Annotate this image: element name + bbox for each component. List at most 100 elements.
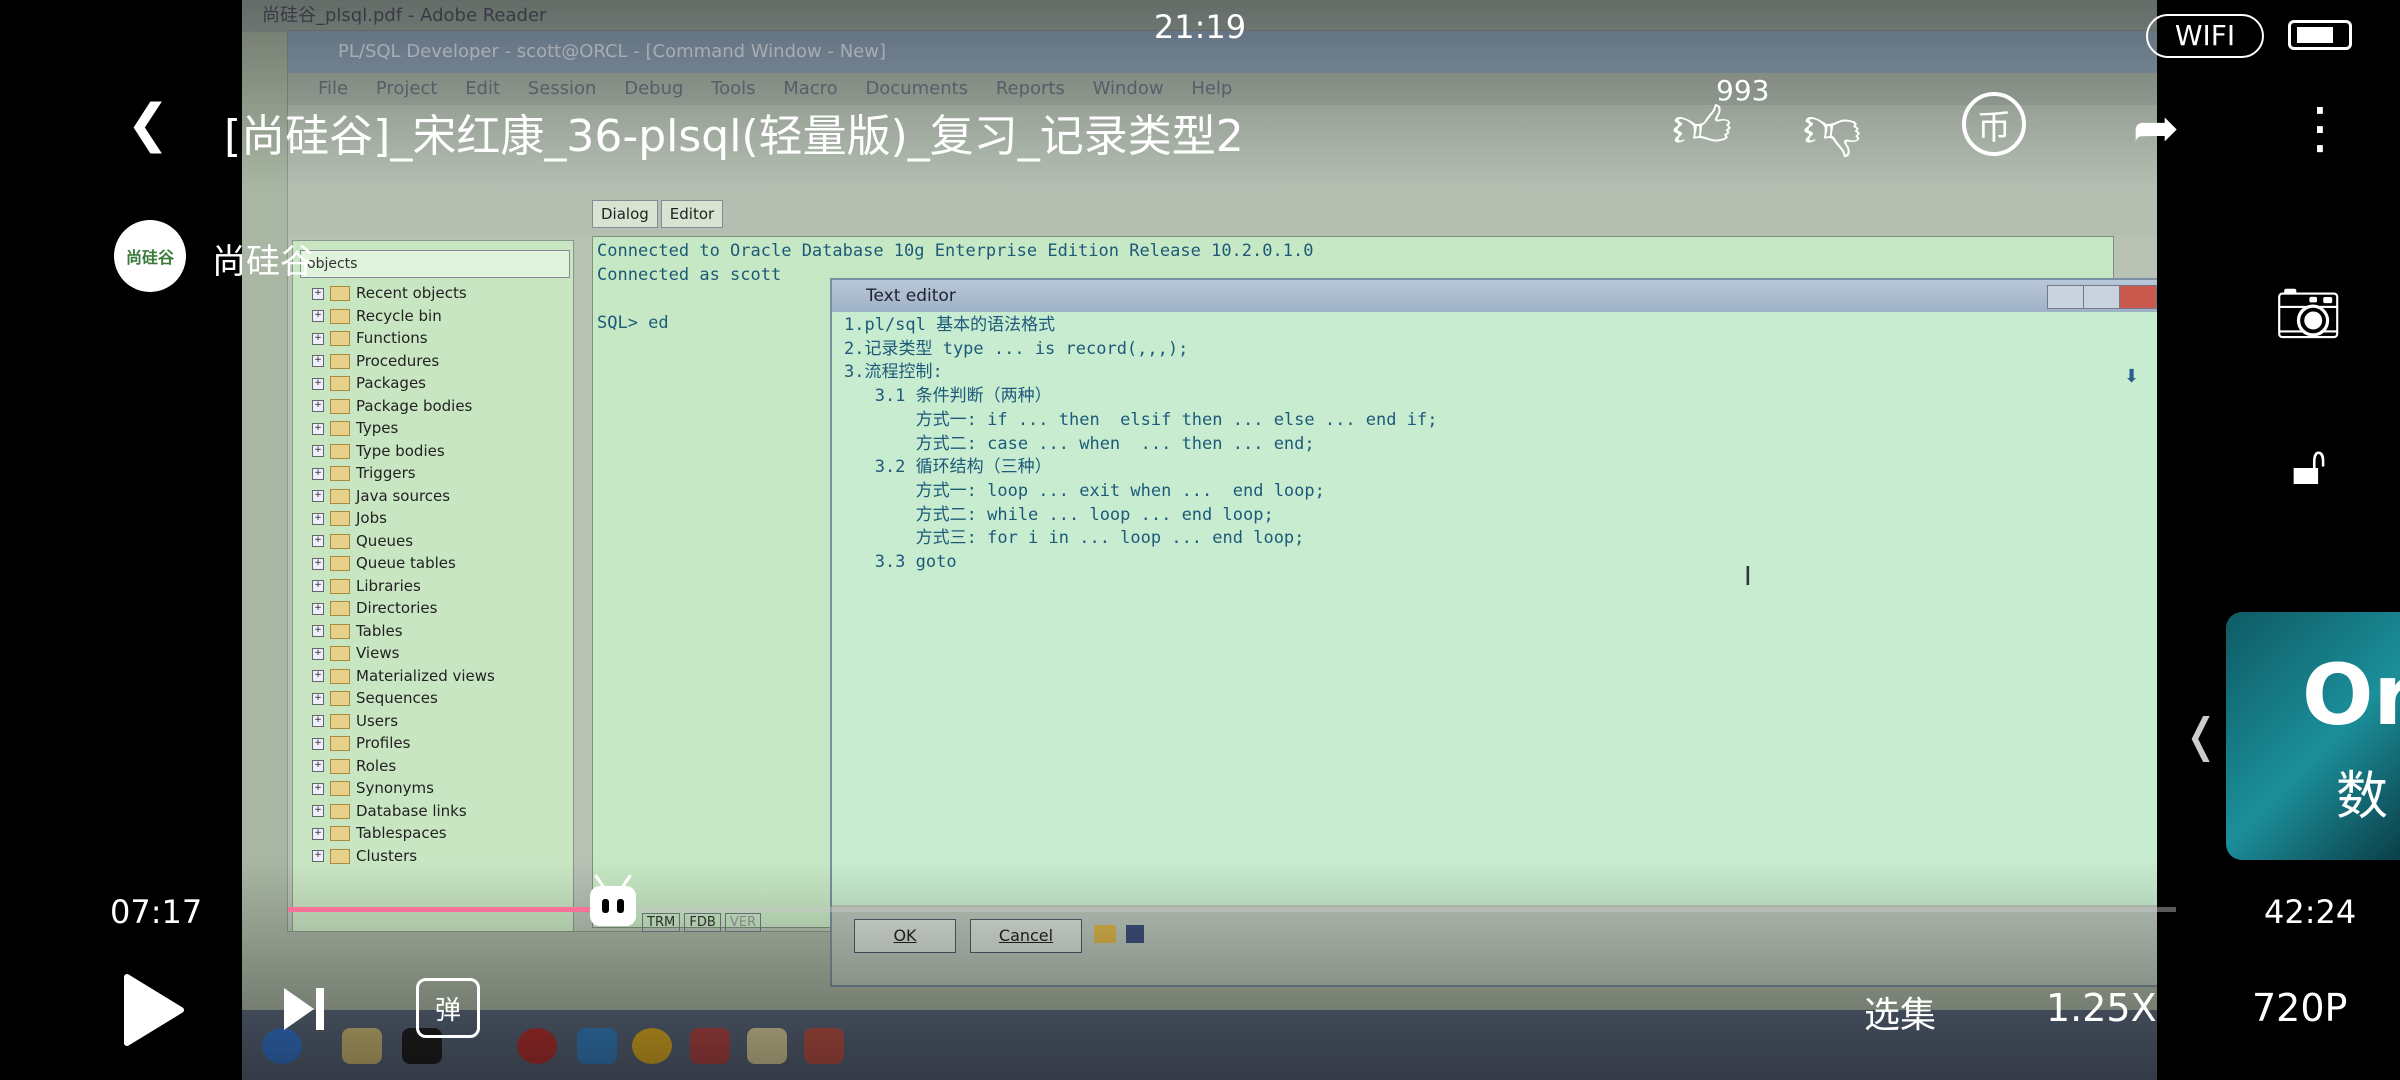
- status-tab: TRM: [642, 913, 681, 932]
- folder-icon: [330, 308, 350, 324]
- coin-icon[interactable]: 币: [1962, 92, 2026, 156]
- expand-icon: +: [312, 737, 324, 750]
- folder-icon: [330, 466, 350, 481]
- object-browser-item: + Functions: [312, 327, 428, 349]
- app-icon: [690, 1028, 730, 1064]
- folder-icon: [330, 781, 350, 796]
- minimize-icon: [2047, 285, 2085, 309]
- object-browser-label: Tablespaces: [356, 824, 447, 842]
- expand-icon: +: [312, 850, 324, 862]
- wifi-badge: WIFI: [2146, 14, 2264, 58]
- folder-icon: [330, 511, 350, 526]
- object-browser-item: + Database links: [312, 800, 467, 822]
- object-browser-label: Queues: [356, 531, 414, 550]
- screenshot-camera-icon[interactable]: 📷︎: [2268, 278, 2348, 350]
- object-browser-item: + Queue tables: [312, 552, 456, 574]
- object-browser-item: + Sequences: [312, 687, 438, 709]
- object-browser-label: Views: [356, 644, 400, 662]
- object-browser-item: + Profiles: [312, 732, 410, 754]
- expand-icon: +: [312, 310, 324, 322]
- object-browser-item: + Recycle bin: [312, 305, 442, 327]
- object-browser-item: + Tables: [312, 620, 403, 642]
- dislike-icon[interactable]: 👎︎: [1796, 92, 1868, 164]
- editor-line: 2.记录类型 type ... is record(,,,);: [844, 338, 1189, 359]
- expand-icon: +: [312, 467, 324, 480]
- object-browser-item: + Clusters: [312, 845, 417, 867]
- editor-line: 方式二: case ... when ... then ... end;: [844, 433, 1315, 454]
- more-icon[interactable]: ⋮: [2290, 92, 2350, 164]
- play-icon[interactable]: [118, 970, 188, 1050]
- folder-icon: [330, 398, 350, 414]
- share-icon[interactable]: ➦: [2120, 92, 2192, 164]
- folder-icon: [330, 601, 350, 616]
- object-browser-label: Users: [356, 711, 399, 730]
- back-icon[interactable]: ❮: [118, 94, 178, 154]
- expand-icon: +: [312, 377, 324, 390]
- object-browser-label: Types: [356, 419, 399, 437]
- editor-line: 方式一: if ... then elsif then ... else ...…: [844, 409, 1438, 430]
- next-icon[interactable]: [280, 984, 328, 1034]
- chrome-icon: [632, 1028, 672, 1064]
- object-browser-item: + Recent objects: [312, 282, 467, 304]
- current-time: 07:17: [110, 893, 203, 931]
- object-browser-label: Recycle bin: [356, 306, 442, 325]
- object-browser-label: Sequences: [356, 689, 438, 707]
- object-browser-item: + Views: [312, 642, 399, 664]
- menu-file: File: [318, 78, 349, 99]
- card-title: Or: [2302, 646, 2400, 744]
- folder-icon: [330, 556, 350, 571]
- video-title: [尚硅谷]_宋红康_36-plsql(轻量版)_复习_记录类型2: [224, 111, 1244, 162]
- speed-button[interactable]: 1.25X: [2046, 986, 2157, 1030]
- object-browser-label: Roles: [356, 756, 397, 775]
- expand-icon: +: [312, 332, 324, 345]
- folder-icon: [330, 376, 350, 391]
- object-browser-label: Synonyms: [356, 779, 434, 797]
- folder-icon: [330, 803, 350, 819]
- folder-icon: [330, 578, 350, 594]
- duration: 42:24: [2264, 893, 2357, 931]
- cmd-line: Connected as scott: [597, 265, 782, 285]
- editor-line: 3.3 goto: [844, 552, 957, 573]
- folder-icon: [330, 353, 350, 369]
- danmaku-toggle-icon[interactable]: 弹: [416, 978, 480, 1038]
- folder-icon: [330, 488, 350, 504]
- unlock-icon[interactable]: 🔓︎: [2276, 430, 2342, 502]
- object-browser-label: Tables: [356, 621, 403, 640]
- object-browser-item: + Types: [312, 417, 398, 439]
- save-icon: [1126, 925, 1144, 943]
- progress-thumb-icon[interactable]: [590, 874, 636, 926]
- progress-fill: [288, 907, 613, 912]
- quality-button[interactable]: 720P: [2252, 986, 2347, 1030]
- folder-icon: [330, 826, 350, 841]
- folder-icon: [330, 421, 350, 436]
- folder-icon: [330, 691, 350, 706]
- folder-icon: [330, 623, 350, 639]
- chevron-left-icon[interactable]: ❬: [2182, 700, 2221, 770]
- folder-icon: [330, 443, 350, 459]
- object-browser-label: Java sources: [356, 486, 451, 505]
- like-count: 993: [1716, 74, 1770, 107]
- editor-line: 3.1 条件判断（两种）: [844, 386, 1052, 407]
- close-icon: [2119, 285, 2157, 309]
- menu-session: Session: [527, 78, 597, 99]
- recommend-card[interactable]: Or 数: [2226, 612, 2400, 860]
- expand-icon: +: [312, 512, 324, 525]
- text-editor-content: 1.pl/sql 基本的语法格式 2.记录类型 type ... is reco…: [844, 314, 1437, 575]
- expand-icon: +: [312, 805, 324, 817]
- editor-line: 方式三: for i in ... loop ... end loop;: [844, 528, 1305, 549]
- cmd-line: SQL> ed: [597, 313, 669, 333]
- uploader-avatar[interactable]: 尚硅谷: [114, 220, 186, 292]
- editor-line: 1.pl/sql 基本的语法格式: [844, 315, 1056, 335]
- object-browser-item: + Queues: [312, 530, 413, 552]
- cmd-line: Connected to Oracle Database 10g Enterpr…: [597, 241, 1314, 261]
- status-tab: VER: [724, 913, 762, 932]
- cancel-button: Cancel: [970, 919, 1082, 953]
- menu-reports: Reports: [995, 78, 1065, 99]
- object-browser-label: Materialized views: [356, 666, 495, 685]
- object-browser-label: Database links: [356, 801, 467, 820]
- episodes-button[interactable]: 选集: [1864, 986, 1936, 1038]
- object-browser-item: + Triggers: [312, 462, 416, 484]
- status-tabs: TRM FDB VER: [642, 913, 762, 932]
- uploader-name[interactable]: 尚硅谷: [212, 234, 314, 283]
- expand-icon: +: [312, 625, 324, 637]
